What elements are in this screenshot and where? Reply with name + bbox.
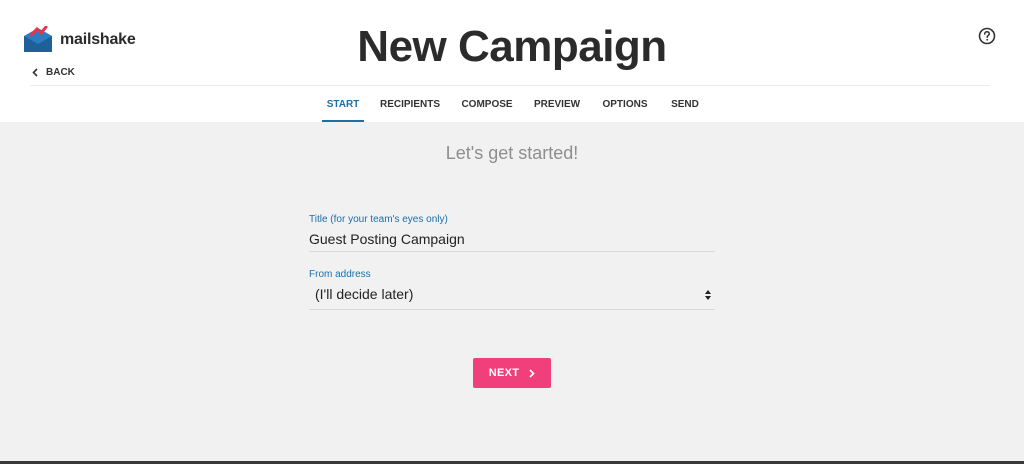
tab-compose[interactable]: COMPOSE bbox=[458, 86, 516, 122]
tab-start[interactable]: START bbox=[322, 86, 364, 122]
from-address-select[interactable]: (I'll decide later) bbox=[315, 286, 715, 302]
tab-options[interactable]: OPTIONS bbox=[598, 86, 652, 122]
select-arrows-icon bbox=[705, 290, 711, 300]
title-field-label: Title (for your team's eyes only) bbox=[309, 214, 448, 225]
next-button[interactable]: NEXT bbox=[473, 358, 551, 388]
tab-preview[interactable]: PREVIEW bbox=[531, 86, 583, 122]
question-circle-icon[interactable] bbox=[978, 27, 996, 45]
chevron-right-icon bbox=[529, 368, 535, 378]
header: mailshake BACK New Campaign START RECIPI… bbox=[0, 0, 1024, 122]
form-subtitle: Let's get started! bbox=[445, 143, 579, 163]
page-title: New Campaign bbox=[357, 22, 667, 71]
next-button-label: NEXT bbox=[488, 367, 520, 379]
step-tabs: START RECIPIENTS COMPOSE PREVIEW OPTIONS… bbox=[0, 86, 1024, 122]
tab-send[interactable]: SEND bbox=[666, 86, 704, 122]
title-input-underline bbox=[309, 251, 715, 252]
title-input[interactable] bbox=[309, 230, 709, 248]
from-select-underline bbox=[309, 309, 715, 310]
active-tab-indicator bbox=[322, 120, 364, 122]
tab-recipients[interactable]: RECIPIENTS bbox=[378, 86, 442, 122]
from-field-label: From address bbox=[309, 269, 371, 280]
